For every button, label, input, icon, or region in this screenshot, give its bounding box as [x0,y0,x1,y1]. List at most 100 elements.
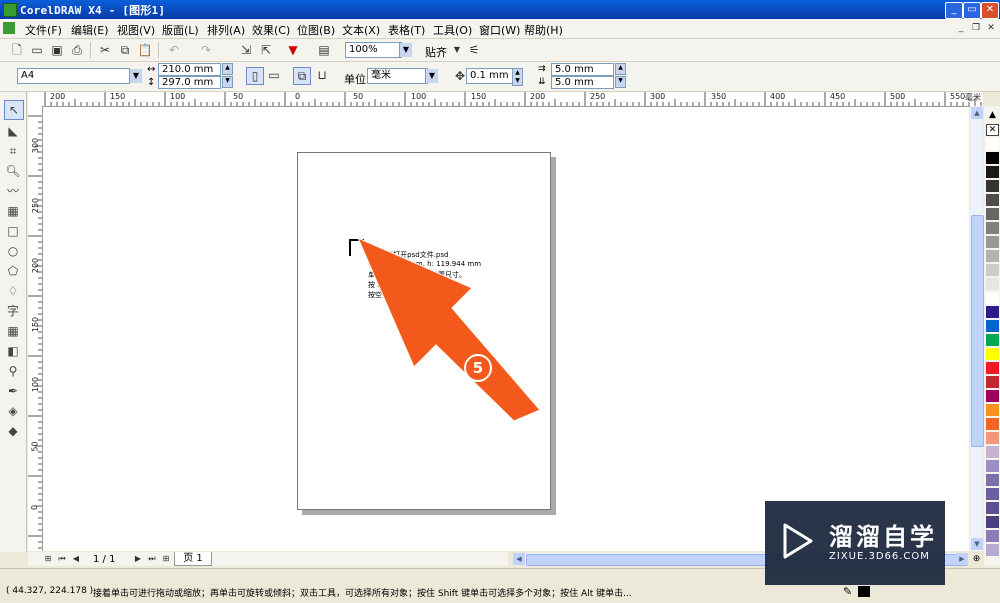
last-page-icon[interactable]: ⏭ [146,553,158,565]
welcome-screen-icon[interactable]: ▤ [316,42,332,58]
color-swatch[interactable] [986,278,999,291]
height-spinner[interactable]: ▼ [222,76,233,88]
color-swatch[interactable] [986,376,999,389]
zoom-tool-icon[interactable]: 🔍︎ [4,162,22,180]
export-icon[interactable]: ⇱ [258,42,274,58]
shape-tool-icon[interactable]: ◣ [4,122,22,140]
doc-restore-icon[interactable]: ❐ [970,23,982,34]
color-swatch[interactable] [986,530,999,543]
no-color-swatch[interactable]: ✕ [986,124,999,136]
next-page-icon[interactable]: ▶ [132,553,144,565]
current-page-icon[interactable]: ⊔ [314,67,330,83]
first-page-icon[interactable]: ⏮ [56,553,68,565]
page-height-field[interactable]: 297.0 mm [158,76,221,89]
color-swatch[interactable] [986,334,999,347]
page-tab[interactable]: 页 1 [174,552,212,566]
pick-tool-icon[interactable]: ↖ [4,100,24,120]
color-swatch[interactable] [986,264,999,277]
freehand-tool-icon[interactable]: 〰 [4,182,22,200]
color-swatch[interactable] [986,432,999,445]
color-swatch[interactable] [986,320,999,333]
maximize-button[interactable]: ▭ [963,2,981,19]
color-swatch[interactable] [986,418,999,431]
color-swatch[interactable] [986,236,999,249]
nudge-field[interactable]: 0.1 mm [466,68,513,84]
menu-effects[interactable]: 效果(C) [252,22,290,38]
polygon-tool-icon[interactable]: ⬠ [4,262,22,280]
color-swatch[interactable] [986,166,999,179]
menu-tools[interactable]: 工具(O) [433,22,472,38]
interactive-blend-icon[interactable]: ◧ [4,342,22,360]
text-tool-icon[interactable]: 字 [4,302,22,320]
unit-arrow[interactable]: ▼ [425,69,438,83]
doc-close-icon[interactable]: ✕ [985,23,997,34]
app-launcher-icon[interactable]: ▼ [285,42,301,58]
scroll-left-button[interactable]: ◀ [513,553,525,565]
page-size-dropdown[interactable]: A4 [17,68,130,84]
menu-window[interactable]: 窗口(W) [479,22,520,38]
color-swatch[interactable] [986,180,999,193]
color-swatch[interactable] [986,362,999,375]
minimize-button[interactable]: _ [945,2,963,19]
color-swatch[interactable] [986,544,999,557]
outline-tool-icon[interactable]: ✒ [4,382,22,400]
duplicate-y-field[interactable]: 5.0 mm [551,76,614,89]
close-button[interactable]: ✕ [981,2,999,19]
color-swatch[interactable] [986,460,999,473]
basic-shapes-icon[interactable]: ♢ [4,282,22,300]
rectangle-tool-icon[interactable]: □ [4,222,22,240]
save-icon[interactable]: ▣ [49,42,65,58]
color-swatch[interactable] [986,404,999,417]
menu-arrange[interactable]: 排列(A) [207,22,245,38]
scroll-up-button[interactable]: ▲ [971,107,983,119]
table-tool-icon[interactable]: ▦ [4,322,22,340]
color-swatch[interactable] [986,194,999,207]
scroll-down-button[interactable]: ▼ [971,538,983,550]
vertical-ruler[interactable]: 300 250 200 150 100 50 0 [28,106,43,551]
redo-icon[interactable]: ↷ [198,42,214,58]
menu-text[interactable]: 文本(X) [342,22,380,38]
color-swatch[interactable] [986,306,999,319]
color-swatch[interactable] [986,250,999,263]
snap-dropdown-arrow[interactable]: ▼ [449,42,465,58]
zoom-level-dropdown[interactable]: 100% [345,42,402,58]
duplicate-x-spinner[interactable]: ▲ [615,63,626,75]
zoom-dropdown-arrow[interactable]: ▼ [399,43,412,57]
previous-page-icon[interactable]: ◀ [70,553,82,565]
duplicate-x-field[interactable]: 5.0 mm [551,63,614,76]
color-swatch[interactable] [986,222,999,235]
eyedropper-icon[interactable]: ⚲ [4,362,22,380]
menu-view[interactable]: 视图(V) [117,22,155,38]
color-swatch[interactable] [986,502,999,515]
scroll-right-button[interactable]: ▶ [956,553,968,565]
color-swatch[interactable] [986,292,999,305]
print-icon[interactable]: ⎙ [69,42,85,58]
doc-minimize-icon[interactable]: _ [955,23,967,34]
smart-fill-icon[interactable]: ▦ [4,202,22,220]
open-icon[interactable]: ▭ [29,42,45,58]
horizontal-ruler[interactable]: 200 150 100 50 0 50 100 150 200 250 300 … [28,92,983,107]
crop-tool-icon[interactable]: ⌗ [4,142,22,160]
fill-tool-icon[interactable]: ◈ [4,402,22,420]
color-swatch[interactable] [986,348,999,361]
page-size-arrow[interactable]: ▼ [129,69,142,83]
color-swatch[interactable] [986,208,999,221]
unit-dropdown[interactable]: 毫米 [367,68,428,84]
all-pages-icon[interactable]: ⧉ [293,67,311,85]
snap-to-dropdown[interactable]: 贴齐 [425,44,447,60]
palette-scroll-up-icon[interactable]: ▲ [986,110,999,120]
menu-edit[interactable]: 编辑(E) [71,22,109,38]
color-swatch[interactable] [986,474,999,487]
color-swatch[interactable] [986,152,999,165]
color-swatch[interactable] [986,488,999,501]
navigator-zoom-icon[interactable]: ⊕ [970,553,983,565]
page-width-field[interactable]: 210.0 mm [158,63,221,76]
duplicate-y-spinner[interactable]: ▼ [615,76,626,88]
nudge-spinner[interactable]: ▲ ▼ [512,68,523,86]
vertical-scroll-thumb[interactable] [971,215,984,447]
menu-bitmaps[interactable]: 位图(B) [297,22,335,38]
color-swatch[interactable] [986,446,999,459]
landscape-icon[interactable]: ▭ [266,67,282,83]
copy-icon[interactable]: ⧉ [117,42,133,58]
color-swatch[interactable] [986,138,999,151]
